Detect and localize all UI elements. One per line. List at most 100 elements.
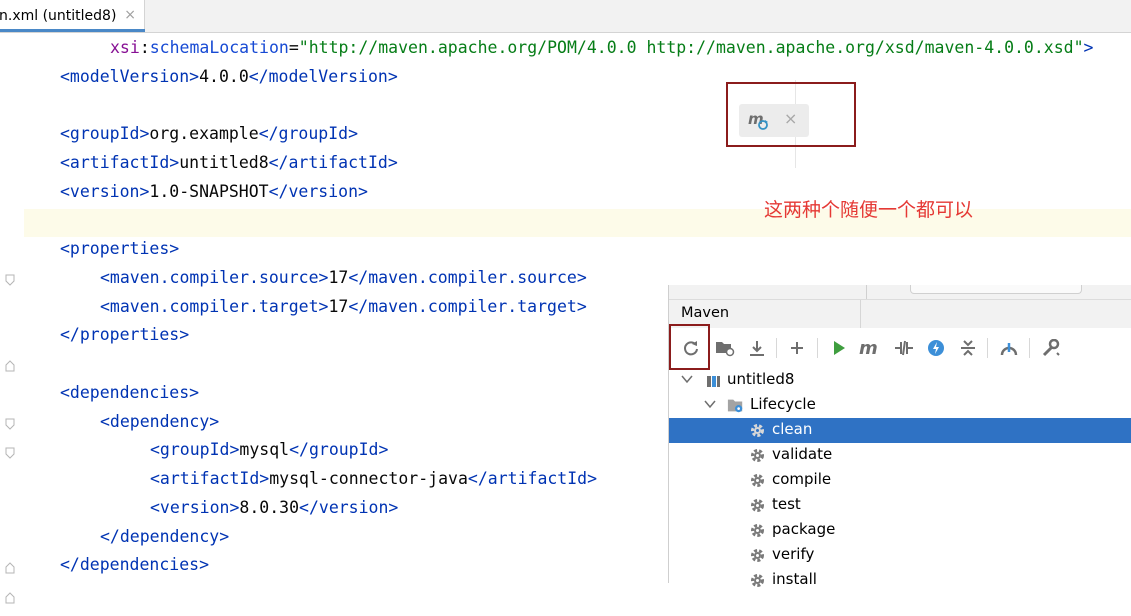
code-line-compiler-source: <maven.compiler.source>17</maven.compile… bbox=[100, 264, 587, 292]
xml-open-tag: <groupId> bbox=[150, 440, 240, 459]
dependencies-icon[interactable] bbox=[997, 336, 1021, 360]
xml-tag-end: > bbox=[1083, 38, 1094, 57]
fold-close-icon[interactable] bbox=[5, 592, 15, 604]
gear-icon bbox=[751, 449, 764, 462]
xml-text: 17 bbox=[328, 268, 349, 287]
xml-colon: : bbox=[139, 38, 150, 57]
gear-icon bbox=[751, 474, 764, 487]
code-line-schema-location: xsi:schemaLocation="http://maven.apache.… bbox=[110, 34, 1093, 62]
xml-close-tag: </groupId> bbox=[289, 440, 389, 459]
fold-open-icon[interactable] bbox=[5, 418, 15, 430]
xml-close-tag: </version> bbox=[268, 182, 368, 201]
xml-close-tag: </properties> bbox=[60, 325, 190, 344]
highlight-box-popup bbox=[726, 82, 856, 147]
xml-text: 17 bbox=[328, 297, 349, 316]
xml-close-tag: </dependency> bbox=[100, 527, 230, 546]
tree-item-goal-clean[interactable]: clean bbox=[669, 418, 1131, 443]
editor-gutter bbox=[0, 66, 24, 616]
code-line-dependency-close: </dependency> bbox=[100, 523, 229, 551]
fold-close-icon[interactable] bbox=[5, 562, 15, 574]
code-line-properties-close: </properties> bbox=[60, 321, 189, 349]
tab-close-icon[interactable]: × bbox=[124, 7, 136, 23]
tree-item-goal-validate[interactable]: validate bbox=[669, 443, 1131, 468]
chevron-down-icon[interactable] bbox=[704, 398, 716, 410]
code-line-dependency-open: <dependency> bbox=[100, 408, 219, 436]
gear-icon bbox=[751, 499, 764, 512]
folder-refresh-icon[interactable] bbox=[713, 336, 737, 360]
xml-close-tag: </maven.compiler.target> bbox=[348, 297, 587, 316]
xml-text: 4.0.0 bbox=[199, 67, 249, 86]
fold-close-icon[interactable] bbox=[5, 360, 15, 372]
toolbar-separator bbox=[987, 338, 988, 358]
xml-text: 8.0.30 bbox=[239, 498, 300, 517]
highlight-box-reload-button bbox=[669, 324, 710, 370]
toolbar-separator bbox=[776, 338, 777, 358]
xml-close-tag: </dependencies> bbox=[60, 555, 210, 574]
xml-attribute: schemaLocation bbox=[149, 38, 289, 57]
panel-top-strip bbox=[669, 285, 1131, 299]
code-line-group-id: <groupId>org.example</groupId> bbox=[60, 120, 358, 148]
collapse-icon[interactable] bbox=[956, 336, 980, 360]
code-line-dependencies-close: </dependencies> bbox=[60, 551, 209, 579]
tree-item-lifecycle[interactable]: Lifecycle bbox=[669, 393, 1131, 418]
panel-title: Maven bbox=[681, 305, 730, 321]
tree-item-goal-compile[interactable]: compile bbox=[669, 468, 1131, 493]
chevron-down-icon[interactable] bbox=[681, 373, 693, 385]
svg-text:m: m bbox=[859, 339, 878, 357]
xml-text: 1.0-SNAPSHOT bbox=[149, 182, 269, 201]
tree-item-label: package bbox=[772, 520, 836, 538]
maven-project-icon bbox=[707, 376, 720, 387]
tree-item-label: test bbox=[772, 495, 801, 513]
tab-label: n.xml (untitled8) bbox=[0, 8, 117, 24]
xml-open-tag: <version> bbox=[60, 182, 150, 201]
wrench-icon[interactable] bbox=[1039, 336, 1063, 360]
maven-toolbar: m bbox=[669, 328, 1131, 368]
tree-item-label: install bbox=[772, 570, 817, 588]
tree-item-project[interactable]: untitled8 bbox=[669, 368, 1131, 393]
fold-open-icon[interactable] bbox=[5, 274, 15, 286]
xml-close-tag: </artifactId> bbox=[268, 153, 398, 172]
offline-icon[interactable] bbox=[892, 336, 916, 360]
code-line-dep-group-id: <groupId>mysql</groupId> bbox=[150, 436, 388, 464]
tree-item-goal-package[interactable]: package bbox=[669, 518, 1131, 543]
code-line-dependencies-open: <dependencies> bbox=[60, 379, 199, 407]
xml-text: org.example bbox=[149, 124, 259, 143]
tree-item-label: verify bbox=[772, 545, 815, 563]
download-icon[interactable] bbox=[745, 336, 769, 360]
maven-m-icon[interactable]: m bbox=[858, 336, 882, 360]
xml-open-tag: <modelVersion> bbox=[60, 67, 200, 86]
xml-open-tag: <dependencies> bbox=[60, 383, 200, 402]
code-line-model-version: <modelVersion>4.0.0</modelVersion> bbox=[60, 63, 398, 91]
xml-open-tag: <artifactId> bbox=[60, 153, 180, 172]
xml-text: mysql bbox=[239, 440, 290, 459]
tab-pom-xml[interactable]: n.xml (untitled8) × bbox=[0, 0, 145, 32]
plus-icon[interactable] bbox=[785, 336, 809, 360]
folder-gear-icon bbox=[727, 399, 743, 413]
tree-item-label: Lifecycle bbox=[750, 395, 816, 413]
xml-open-tag: <groupId> bbox=[60, 124, 150, 143]
tree-item-goal-install[interactable]: install bbox=[669, 568, 1131, 593]
code-line-dep-version: <version>8.0.30</version> bbox=[150, 494, 398, 522]
xml-equals: = bbox=[288, 38, 299, 57]
tree-item-label: compile bbox=[772, 470, 832, 488]
fold-open-icon[interactable] bbox=[5, 447, 15, 459]
divider bbox=[860, 300, 861, 328]
lightning-icon[interactable] bbox=[924, 336, 948, 360]
xml-open-tag: <version> bbox=[150, 498, 240, 517]
tree-item-goal-verify[interactable]: verify bbox=[669, 543, 1131, 568]
xml-close-tag: </groupId> bbox=[258, 124, 359, 143]
xml-open-tag: <dependency> bbox=[100, 412, 220, 431]
tree-item-goal-test[interactable]: test bbox=[669, 493, 1131, 518]
run-icon[interactable] bbox=[827, 336, 851, 360]
code-line-compiler-target: <maven.compiler.target>17</maven.compile… bbox=[100, 293, 587, 321]
xml-close-tag: </artifactId> bbox=[467, 469, 598, 488]
code-line-dep-artifact-id: <artifactId>mysql-connector-java</artifa… bbox=[150, 465, 597, 493]
maven-panel-header: Maven bbox=[669, 299, 1131, 329]
tree-item-label: clean bbox=[772, 420, 813, 438]
maven-tool-window: Maven m untitled8 Lifecycle clean valida… bbox=[668, 285, 1131, 588]
xml-namespace: xsi bbox=[110, 38, 140, 57]
active-tab-indicator bbox=[0, 29, 145, 32]
gear-icon bbox=[751, 549, 764, 562]
tree-item-label: untitled8 bbox=[727, 370, 795, 388]
toolbar-separator bbox=[1029, 338, 1030, 358]
